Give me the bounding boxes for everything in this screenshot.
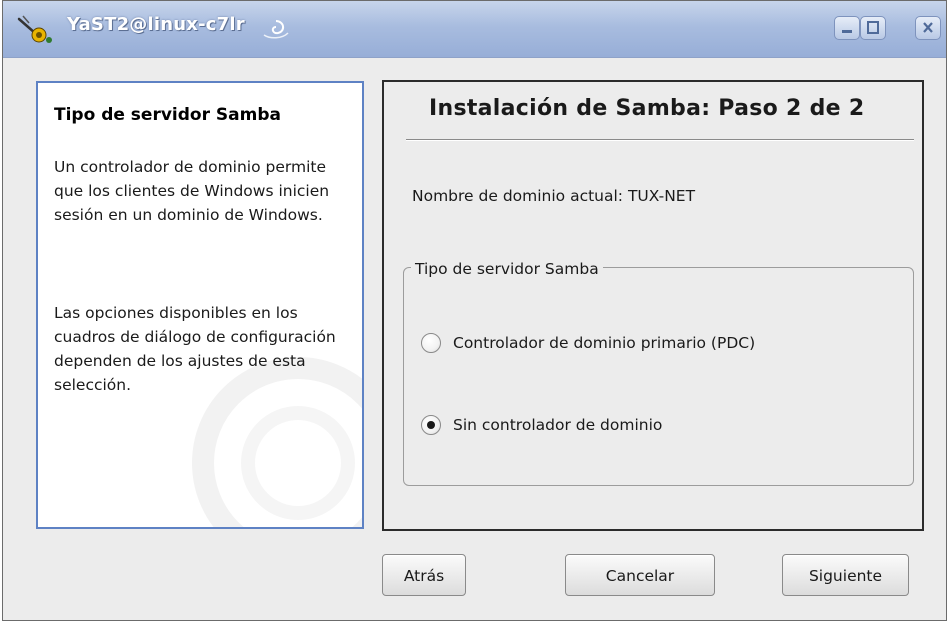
radio-label-no-dc[interactable]: Sin controlador de dominio xyxy=(453,416,662,434)
main-panel: Instalación de Samba: Paso 2 de 2 Nombre… xyxy=(382,80,924,531)
server-type-legend: Tipo de servidor Samba xyxy=(411,260,603,278)
radio-option-no-dc[interactable]: Sin controlador de dominio xyxy=(421,412,662,438)
current-domain-label: Nombre de dominio actual: TUX-NET xyxy=(412,187,696,205)
swirl-icon xyxy=(262,17,290,39)
help-paragraph-1: Un controlador de dominio permite que lo… xyxy=(54,158,330,224)
radio-selected-dot xyxy=(427,421,435,429)
server-type-groupbox xyxy=(403,267,914,486)
minimize-button[interactable] xyxy=(834,16,860,40)
radio-option-pdc[interactable]: Controlador de dominio primario (PDC) xyxy=(421,330,755,356)
back-button[interactable]: Atrás xyxy=(382,554,466,596)
yast-window: YaST2@linux-c7lr Tipo de servidor Samba … xyxy=(2,0,947,621)
maximize-icon xyxy=(867,21,879,34)
next-button[interactable]: Siguiente xyxy=(782,554,909,596)
page-title: Instalación de Samba: Paso 2 de 2 xyxy=(429,96,865,121)
window-title: YaST2@linux-c7lr xyxy=(67,14,245,35)
heading-divider xyxy=(406,139,914,141)
radio-button-pdc[interactable] xyxy=(421,333,441,353)
minimize-icon xyxy=(842,30,852,33)
cancel-button[interactable]: Cancelar xyxy=(565,554,715,596)
help-title: Tipo de servidor Samba xyxy=(54,105,281,125)
close-button[interactable] xyxy=(915,16,941,40)
help-panel[interactable]: Tipo de servidor Samba Un controlador de… xyxy=(36,81,364,529)
maximize-button[interactable] xyxy=(860,16,886,40)
yast-app-icon[interactable] xyxy=(15,13,55,45)
close-icon xyxy=(923,22,933,33)
help-paragraph-2: Las opciones disponibles en los cuadros … xyxy=(54,304,336,394)
radio-label-pdc[interactable]: Controlador de dominio primario (PDC) xyxy=(453,334,755,352)
title-bar[interactable]: YaST2@linux-c7lr xyxy=(3,1,946,58)
radio-button-no-dc[interactable] xyxy=(421,415,441,435)
